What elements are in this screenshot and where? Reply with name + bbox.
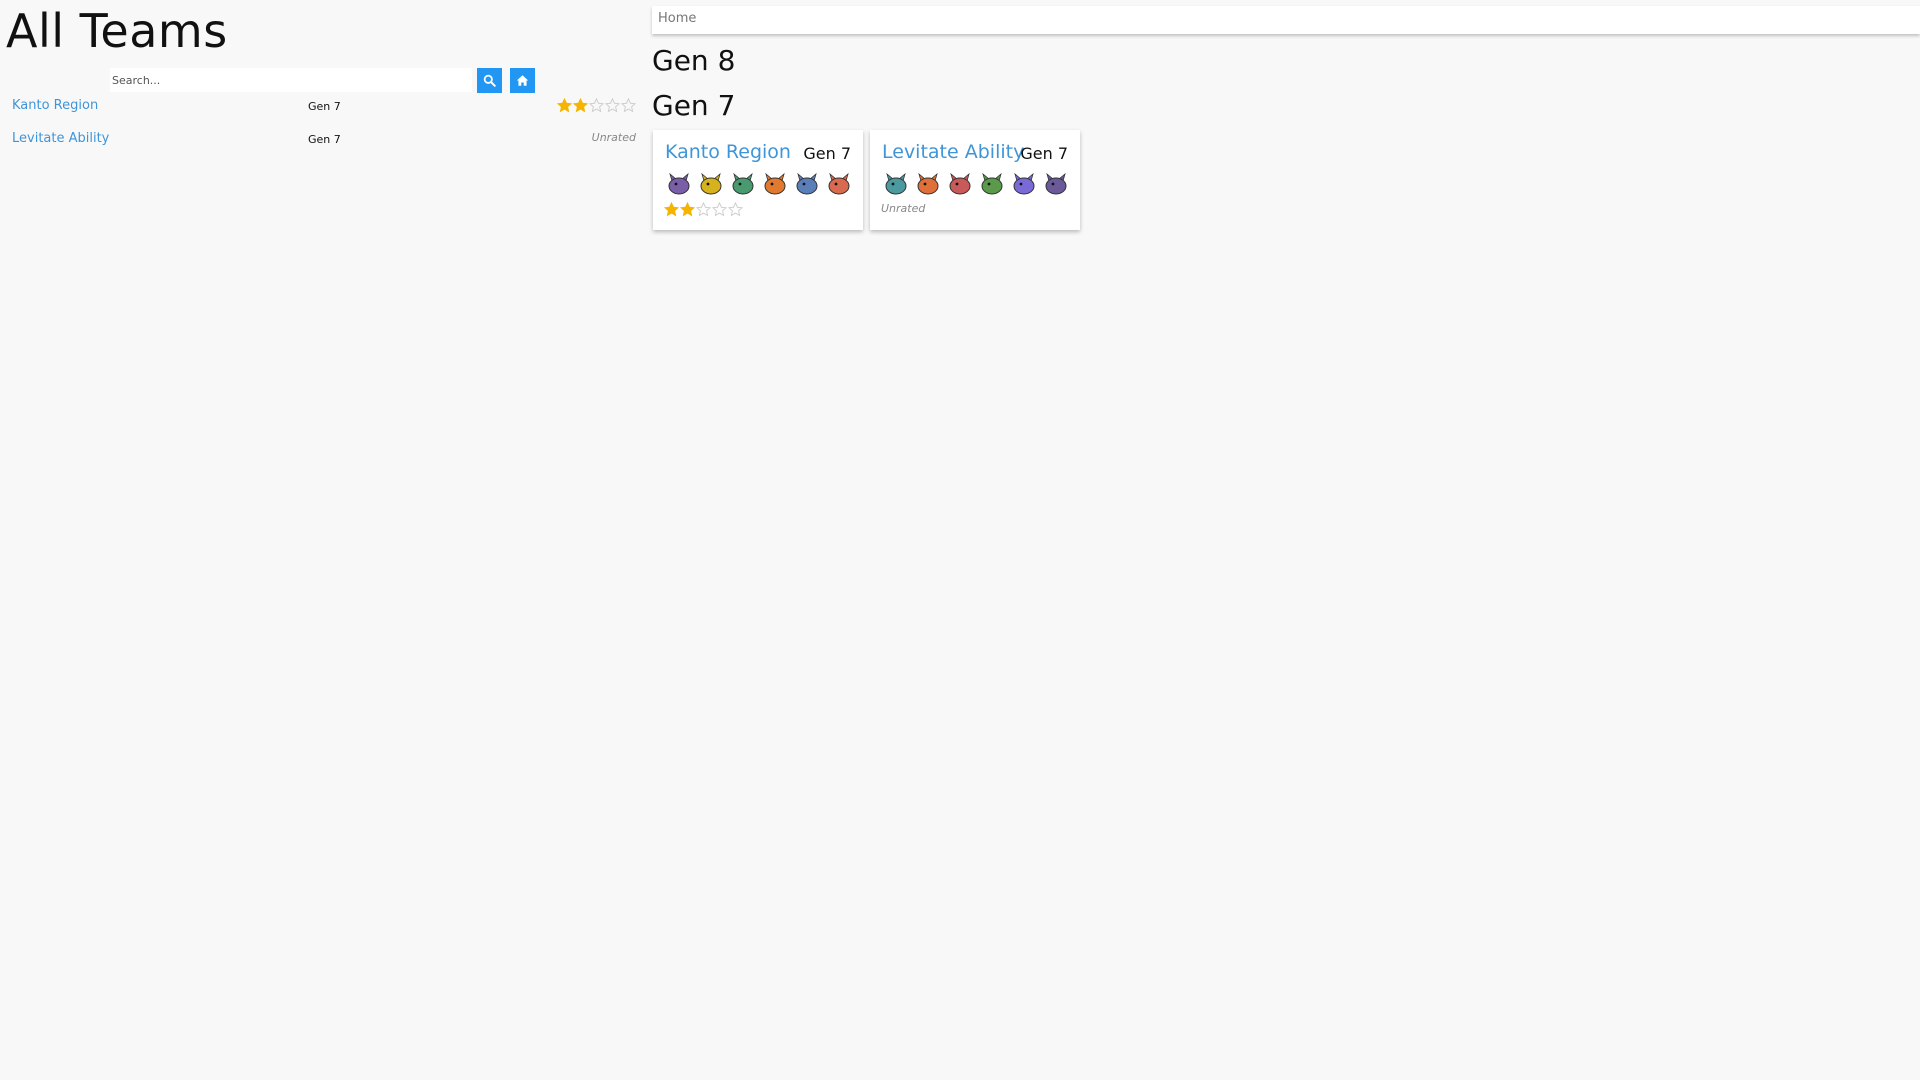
star-rating[interactable] — [664, 202, 743, 217]
team-card-gen: Gen 7 — [1020, 144, 1068, 163]
star-empty-icon[interactable] — [621, 98, 636, 113]
star-filled-icon[interactable] — [557, 98, 572, 113]
pokemon-sprite-icon — [1013, 172, 1035, 195]
search-icon — [483, 74, 496, 87]
star-empty-icon[interactable] — [728, 202, 743, 217]
rating-label: Unrated — [881, 202, 926, 215]
pokemon-sprite-icon — [700, 172, 722, 195]
home-button[interactable] — [510, 68, 535, 93]
pokemon-sprite-icon — [668, 172, 690, 195]
pokemon-sprite-icon — [796, 172, 818, 195]
team-card-gen: Gen 7 — [803, 144, 851, 163]
team-card-title[interactable]: Levitate Ability — [882, 141, 1024, 163]
star-empty-icon[interactable] — [605, 98, 620, 113]
pokemon-sprite-icon — [828, 172, 850, 195]
team-list: Kanto Region Gen 7 Levitate Ability Gen … — [0, 95, 640, 161]
star-empty-icon[interactable] — [712, 202, 727, 217]
pokemon-sprites — [882, 172, 1070, 198]
page-title: All Teams — [6, 4, 228, 58]
pokemon-sprite-icon — [885, 172, 907, 195]
rating-label: Unrated — [591, 131, 636, 144]
team-card-title[interactable]: Kanto Region — [665, 141, 791, 163]
pokemon-sprite-icon — [764, 172, 786, 195]
team-card[interactable]: Kanto Region Gen 7 — [653, 130, 863, 230]
team-list-row: Levitate Ability Gen 7 Unrated — [0, 128, 640, 161]
team-list-row: Kanto Region Gen 7 — [0, 95, 640, 128]
star-rating[interactable] — [557, 98, 636, 113]
star-filled-icon[interactable] — [680, 202, 695, 217]
team-gen: Gen 7 — [308, 100, 341, 113]
breadcrumb: Home — [652, 6, 1920, 34]
pokemon-sprite-icon — [732, 172, 754, 195]
team-gen: Gen 7 — [308, 133, 341, 146]
section-heading: Gen 7 — [652, 89, 736, 122]
section-heading: Gen 8 — [652, 44, 736, 77]
pokemon-sprite-icon — [949, 172, 971, 195]
home-icon — [516, 75, 529, 86]
search-button[interactable] — [477, 68, 502, 93]
pokemon-sprite-icon — [917, 172, 939, 195]
star-filled-icon[interactable] — [664, 202, 679, 217]
team-link[interactable]: Levitate Ability — [12, 131, 109, 146]
pokemon-sprite-icon — [981, 172, 1003, 195]
pokemon-sprite-icon — [1045, 172, 1067, 195]
search-input[interactable] — [110, 68, 472, 92]
star-empty-icon[interactable] — [589, 98, 604, 113]
breadcrumb-home[interactable]: Home — [658, 11, 696, 26]
star-filled-icon[interactable] — [573, 98, 588, 113]
team-card[interactable]: Levitate Ability Gen 7 Unrated — [870, 130, 1080, 230]
team-link[interactable]: Kanto Region — [12, 98, 98, 113]
pokemon-sprites — [665, 172, 853, 198]
star-empty-icon[interactable] — [696, 202, 711, 217]
sidebar: All Teams Kanto Region Gen 7 Levitate Ab… — [0, 0, 640, 1080]
